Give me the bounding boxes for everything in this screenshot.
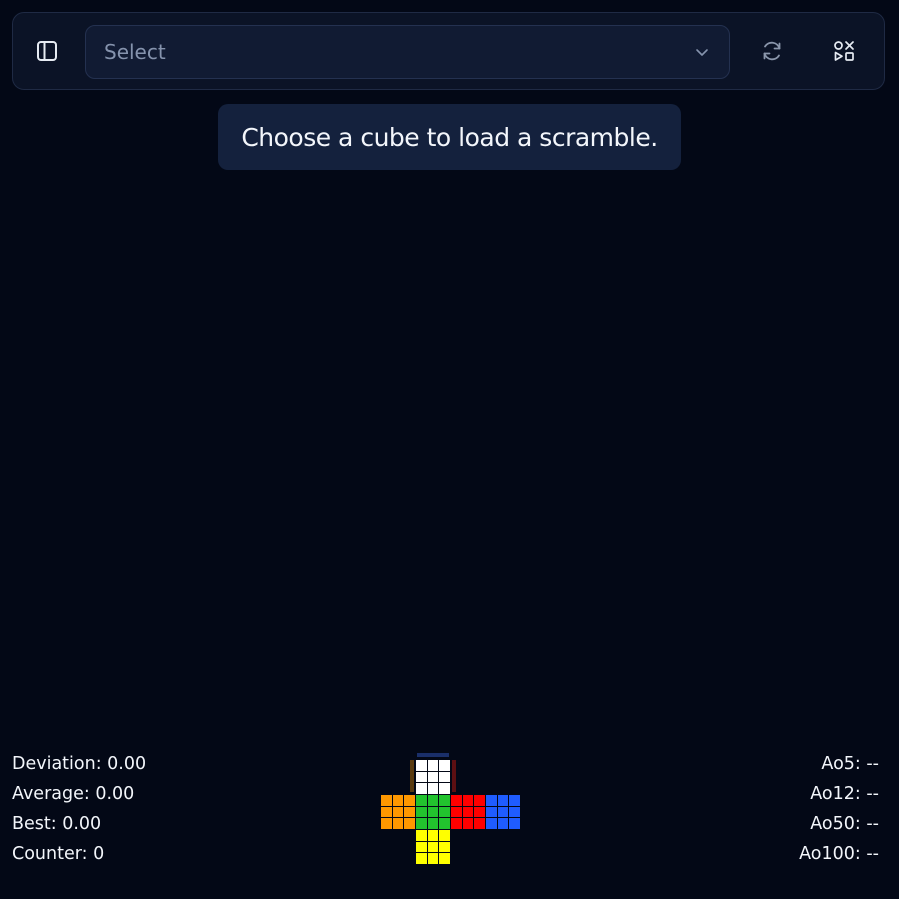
cube-sticker bbox=[416, 830, 427, 841]
stat-counter: Counter: 0 bbox=[12, 844, 105, 864]
refresh-icon bbox=[763, 41, 781, 61]
cube-face-left bbox=[381, 795, 415, 829]
cube-sticker bbox=[381, 795, 392, 806]
cube-sticker bbox=[416, 783, 427, 794]
stat-deviation: Deviation: 0.00 bbox=[12, 754, 147, 774]
stats-left: Deviation: 0.00 Average: 0.00 Best: 0.00… bbox=[12, 752, 146, 872]
cube-sticker bbox=[439, 853, 450, 864]
cube-sticker bbox=[486, 795, 497, 806]
cube-sticker bbox=[509, 806, 520, 818]
cube-sticker bbox=[474, 818, 485, 829]
cube-sticker bbox=[427, 841, 439, 853]
stat-ao5: Ao5: -- bbox=[821, 754, 879, 774]
cube-sticker bbox=[416, 818, 427, 829]
cube-sticker bbox=[427, 806, 439, 818]
stat-ao50: Ao50: -- bbox=[810, 814, 879, 834]
cube-sticker bbox=[439, 795, 450, 806]
cube-face-down bbox=[416, 830, 450, 864]
chevron-down-icon bbox=[693, 43, 711, 61]
cube-sticker bbox=[474, 806, 485, 818]
cube-sticker bbox=[486, 806, 497, 818]
cube-edge-left bbox=[410, 760, 414, 792]
cube-sticker bbox=[509, 818, 520, 829]
cube-sticker bbox=[497, 818, 509, 829]
cube-sticker bbox=[427, 818, 439, 829]
scramble-message: Choose a cube to load a scramble. bbox=[218, 104, 681, 170]
cube-sticker bbox=[381, 806, 392, 818]
cube-sticker bbox=[416, 760, 427, 771]
stats-right: Ao5: -- Ao12: -- Ao50: -- Ao100: -- bbox=[799, 752, 879, 872]
cube-sticker bbox=[416, 806, 427, 818]
stat-ao100: Ao100: -- bbox=[799, 844, 879, 864]
cube-sticker bbox=[427, 760, 439, 771]
cube-sticker bbox=[404, 795, 415, 806]
cube-face-front bbox=[416, 795, 450, 829]
cube-sticker bbox=[427, 853, 439, 864]
cube-sticker bbox=[439, 783, 450, 794]
cube-sticker bbox=[427, 771, 439, 783]
cube-face-up bbox=[416, 760, 450, 794]
cube-sticker bbox=[439, 771, 450, 783]
cube-sticker bbox=[439, 830, 450, 841]
top-toolbar: Select bbox=[12, 12, 885, 90]
cube-sticker bbox=[392, 818, 404, 829]
cube-sticker bbox=[451, 818, 462, 829]
cube-sticker bbox=[451, 795, 462, 806]
cube-sticker bbox=[416, 771, 427, 783]
cube-sticker bbox=[462, 795, 474, 806]
timer-page: Select Choose a cube to load a scramble.… bbox=[0, 0, 899, 899]
cube-sticker bbox=[474, 795, 485, 806]
cube-sticker bbox=[439, 818, 450, 829]
cube-sticker bbox=[439, 806, 450, 818]
cube-sticker bbox=[416, 795, 427, 806]
stat-best: Best: 0.00 bbox=[12, 814, 102, 834]
cube-sticker bbox=[381, 818, 392, 829]
refresh-scramble-button[interactable] bbox=[750, 29, 794, 73]
shapes-icon bbox=[834, 41, 854, 61]
cube-sticker bbox=[392, 795, 404, 806]
cube-sticker bbox=[497, 795, 509, 806]
cube-face-back bbox=[486, 795, 520, 829]
cube-face-right bbox=[451, 795, 485, 829]
cube-sticker bbox=[427, 830, 439, 841]
cube-sticker bbox=[486, 818, 497, 829]
cube-sticker bbox=[392, 806, 404, 818]
cube-sticker bbox=[451, 806, 462, 818]
cube-sticker bbox=[404, 818, 415, 829]
cube-sticker bbox=[509, 795, 520, 806]
cube-edge-back bbox=[417, 753, 449, 757]
cube-sticker bbox=[439, 841, 450, 853]
stat-average: Average: 0.00 bbox=[12, 784, 135, 804]
cube-sticker bbox=[427, 783, 439, 794]
cube-sticker bbox=[439, 760, 450, 771]
sidebar-toggle-icon bbox=[37, 41, 57, 61]
cube-sticker bbox=[497, 806, 509, 818]
cube-select[interactable]: Select bbox=[85, 25, 730, 79]
mode-shapes-button[interactable] bbox=[822, 29, 866, 73]
cube-select-value: Select bbox=[104, 40, 166, 64]
cube-sticker bbox=[416, 853, 427, 864]
cube-net-preview bbox=[381, 752, 521, 866]
cube-sticker bbox=[416, 841, 427, 853]
stat-ao12: Ao12: -- bbox=[810, 784, 879, 804]
sidebar-toggle-button[interactable] bbox=[25, 29, 69, 73]
cube-sticker bbox=[462, 806, 474, 818]
cube-sticker bbox=[427, 795, 439, 806]
cube-sticker bbox=[404, 806, 415, 818]
cube-edge-right bbox=[452, 760, 456, 792]
cube-sticker bbox=[462, 818, 474, 829]
